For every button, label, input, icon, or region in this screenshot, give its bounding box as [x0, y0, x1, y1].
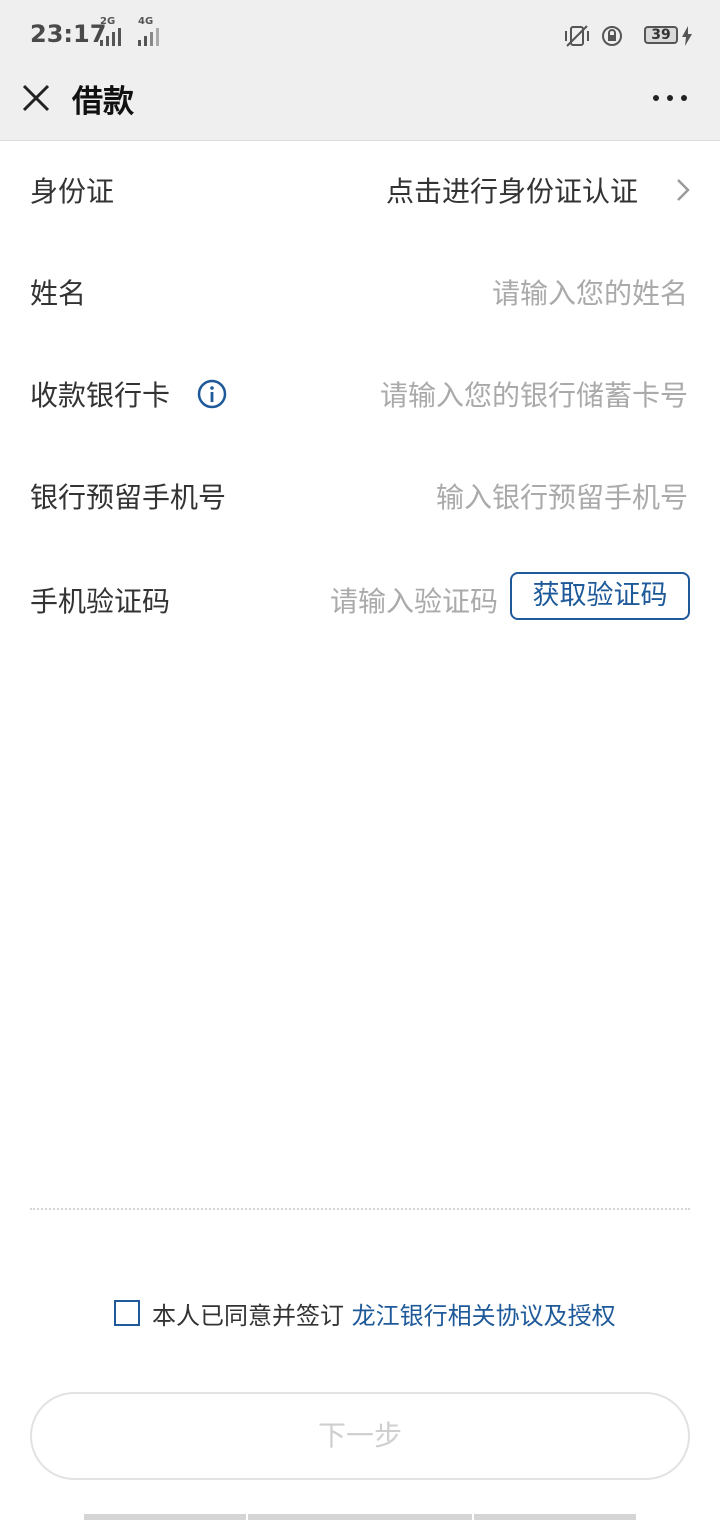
- chevron-right-icon: [677, 179, 690, 201]
- sms-code-label: 手机验证码: [30, 585, 171, 618]
- id-card-verify-link[interactable]: 点击进行身份证认证: [386, 170, 638, 210]
- agreement-text: 本人已同意并签订 龙江银行相关协议及授权: [152, 1296, 616, 1331]
- close-button[interactable]: [18, 80, 54, 116]
- name-input[interactable]: 请输入您的姓名: [492, 272, 688, 312]
- agreement-checkbox[interactable]: [114, 1300, 140, 1326]
- nav-bar: 借款: [0, 72, 720, 140]
- bank-card-label: 收款银行卡: [30, 379, 171, 412]
- home-bar: [248, 1514, 472, 1520]
- bank-card-input[interactable]: 请输入您的银行储蓄卡号: [380, 374, 688, 414]
- id-card-label: 身份证: [30, 175, 115, 208]
- page-title: 借款: [72, 84, 134, 120]
- name-label: 姓名: [30, 277, 87, 310]
- top-bar: 23:17 2G 4G 39 借款: [0, 0, 720, 141]
- id-card-row[interactable]: 身份证 点击进行身份证认证: [0, 150, 720, 230]
- bank-phone-row: 银行预留手机号 输入银行预留手机号: [0, 456, 720, 536]
- home-bar: [84, 1514, 246, 1520]
- bank-phone-input[interactable]: 输入银行预留手机号: [436, 476, 688, 516]
- more-icon: [653, 95, 687, 101]
- sms-code-row: 手机验证码 请输入验证码 获取验证码: [0, 560, 720, 640]
- divider: [30, 1208, 690, 1210]
- status-time: 23:17: [30, 20, 107, 48]
- vibrate-icon: [565, 25, 589, 47]
- name-row: 姓名 请输入您的姓名: [0, 252, 720, 332]
- status-right: 39: [562, 22, 692, 50]
- bank-card-row: 收款银行卡 请输入您的银行储蓄卡号: [0, 354, 720, 434]
- lock-rotation-icon: [602, 26, 622, 46]
- agreement-label: 本人已同意并签订: [152, 1302, 344, 1330]
- get-code-button[interactable]: 获取验证码: [510, 572, 690, 620]
- more-button[interactable]: [650, 86, 690, 110]
- battery-icon: 39: [644, 26, 678, 44]
- status-bar: 23:17 2G 4G 39: [0, 0, 720, 72]
- home-bar: [474, 1514, 636, 1520]
- info-icon[interactable]: [196, 378, 228, 410]
- sms-code-input[interactable]: 请输入验证码: [330, 580, 498, 620]
- bank-phone-label: 银行预留手机号: [30, 481, 227, 514]
- agreement-row: 本人已同意并签订 龙江银行相关协议及授权: [0, 1294, 720, 1334]
- close-icon: [22, 84, 50, 112]
- agreement-link[interactable]: 龙江银行相关协议及授权: [352, 1302, 616, 1330]
- charging-icon: [682, 26, 692, 46]
- next-button[interactable]: 下一步: [30, 1392, 690, 1480]
